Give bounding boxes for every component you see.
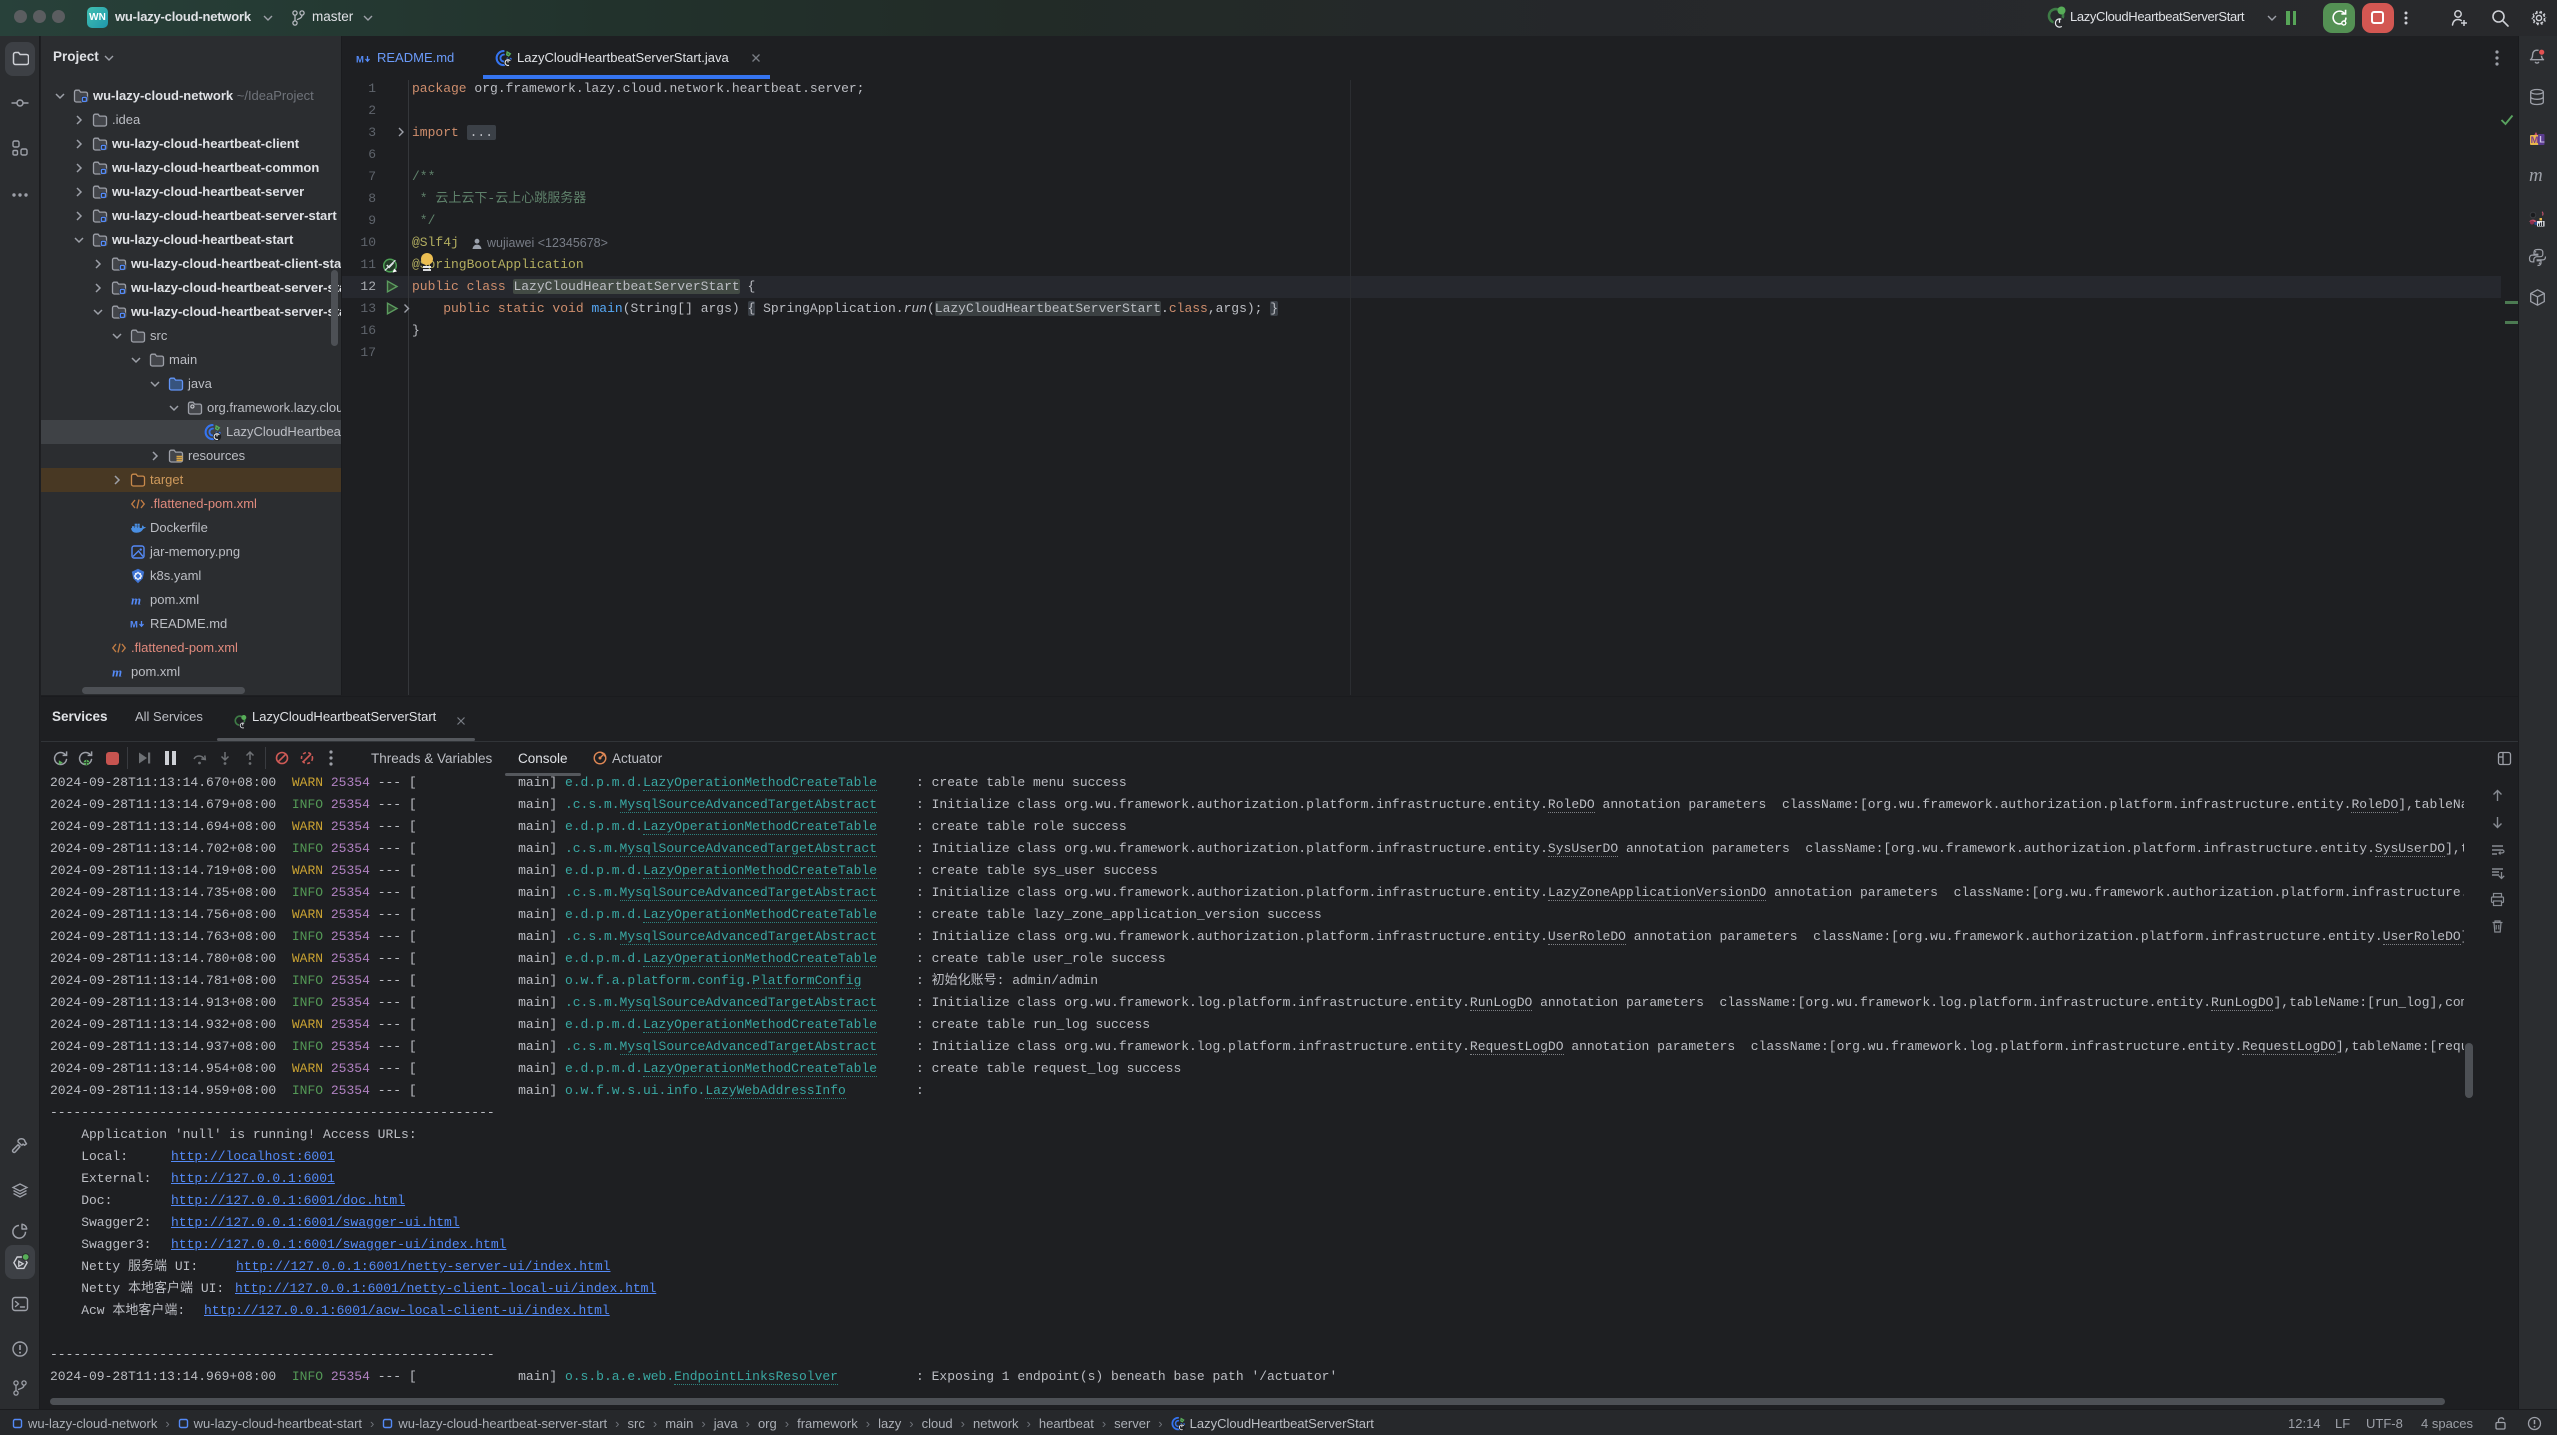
svg-text:L: L bbox=[2539, 135, 2545, 145]
svg-text:M: M bbox=[2531, 135, 2539, 146]
